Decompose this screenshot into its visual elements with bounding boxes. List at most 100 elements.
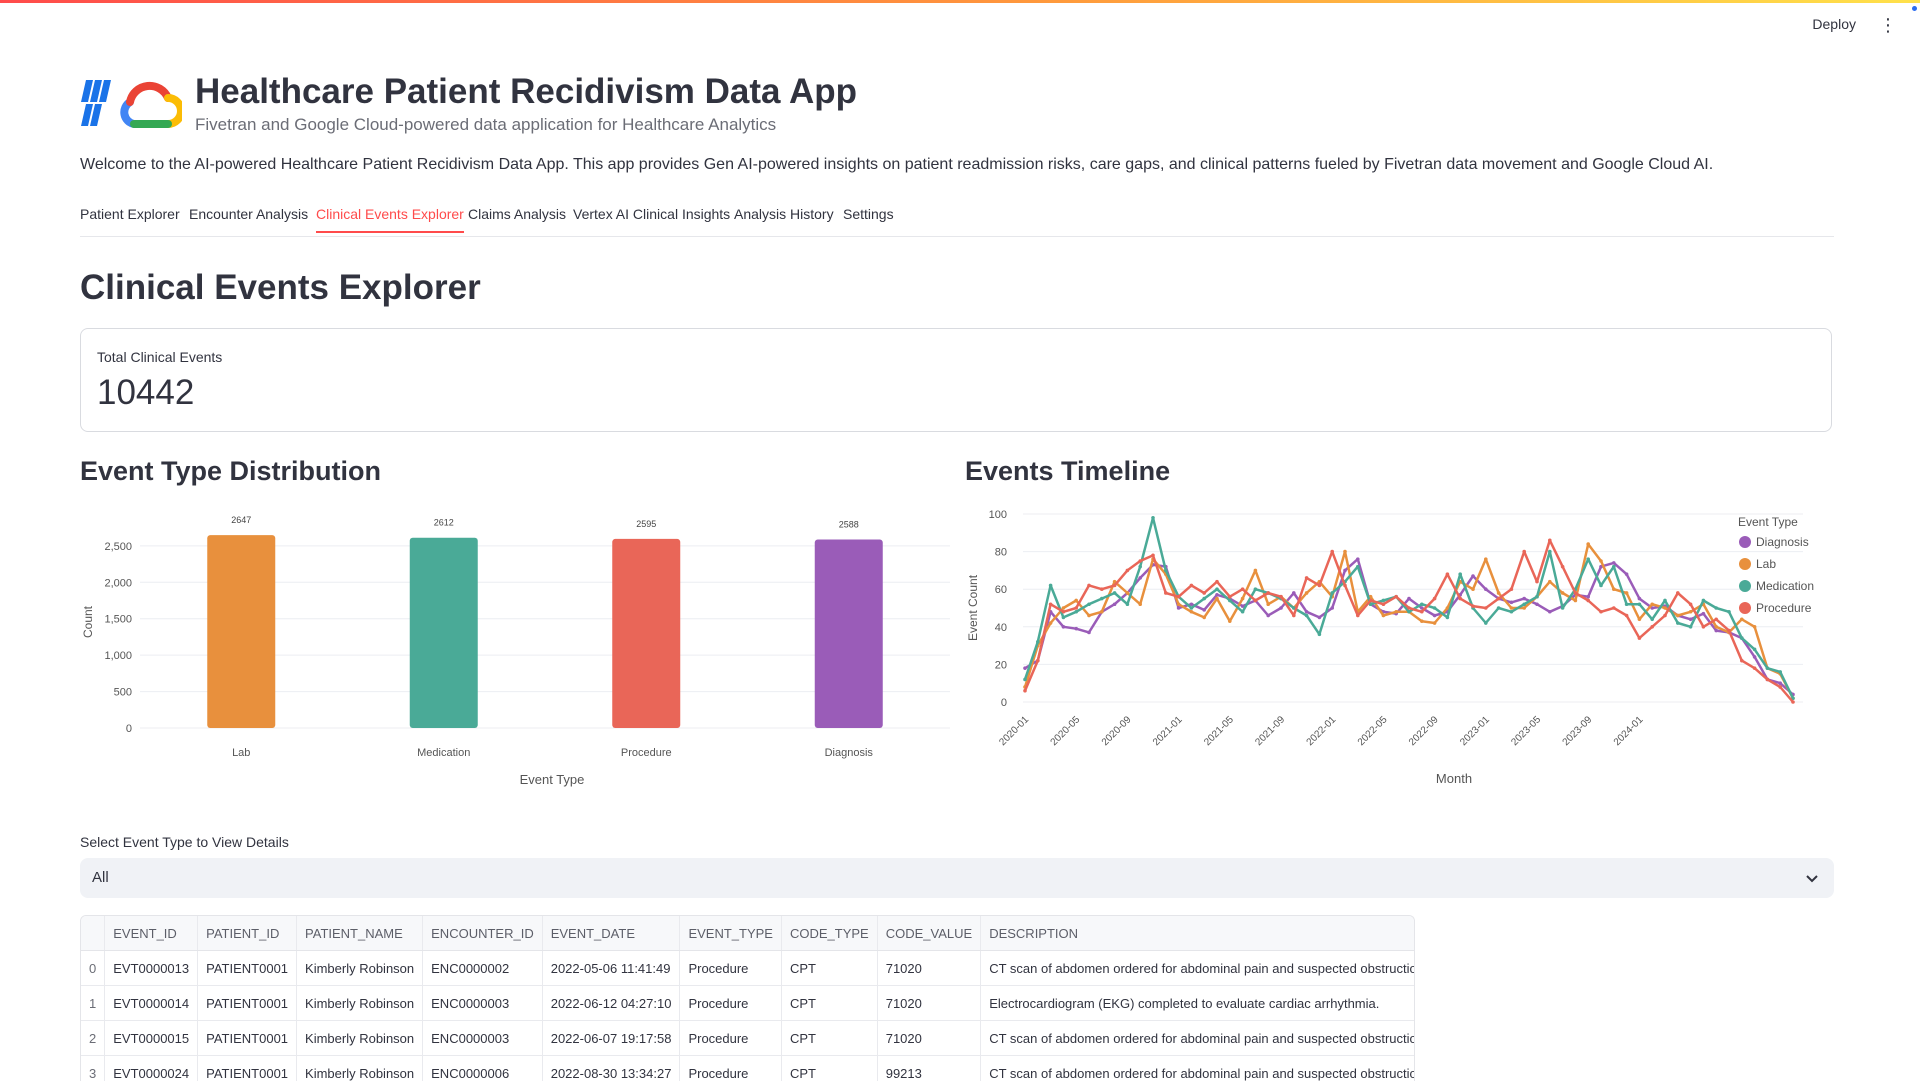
cell-code-type[interactable]: CPT bbox=[781, 1021, 877, 1056]
legend-label-lab[interactable]: Lab bbox=[1756, 557, 1776, 571]
cell-patient-id[interactable]: PATIENT0001 bbox=[198, 1056, 297, 1081]
events-table[interactable]: EVENT_ID PATIENT_ID PATIENT_NAME ENCOUNT… bbox=[80, 915, 1415, 1081]
cell-event-date[interactable]: 2022-06-07 19:17:58 bbox=[542, 1021, 680, 1056]
series-point bbox=[1753, 625, 1757, 629]
tab-encounter-analysis[interactable]: Encounter Analysis bbox=[189, 206, 308, 231]
table-row[interactable]: 3 EVT0000024 PATIENT0001 Kimberly Robins… bbox=[81, 1056, 1415, 1081]
cell-code-value[interactable]: 99213 bbox=[877, 1056, 980, 1081]
kebab-menu-icon[interactable]: ⋮ bbox=[1876, 13, 1900, 37]
series-point bbox=[1087, 602, 1091, 606]
cell-encounter-id[interactable]: ENC0000003 bbox=[423, 986, 543, 1021]
row-index: 1 bbox=[81, 986, 105, 1021]
line-x-tick-label: 2023-05 bbox=[1509, 714, 1543, 748]
tab-analysis-history[interactable]: Analysis History bbox=[734, 206, 834, 231]
row-index: 0 bbox=[81, 951, 105, 986]
series-point bbox=[1202, 616, 1206, 620]
legend-label-medication[interactable]: Medication bbox=[1756, 579, 1814, 593]
cell-code-type[interactable]: CPT bbox=[781, 986, 877, 1021]
cell-encounter-id[interactable]: ENC0000002 bbox=[423, 951, 543, 986]
cell-encounter-id[interactable]: ENC0000006 bbox=[423, 1056, 543, 1081]
series-point bbox=[1266, 591, 1270, 595]
column-header-encounter-id[interactable]: ENCOUNTER_ID bbox=[423, 916, 543, 951]
cell-patient-name[interactable]: Kimberly Robinson bbox=[297, 1021, 423, 1056]
tab-claims-analysis[interactable]: Claims Analysis bbox=[468, 206, 566, 231]
series-point bbox=[1574, 599, 1578, 603]
bar-procedure bbox=[612, 539, 680, 728]
tab-settings[interactable]: Settings bbox=[843, 206, 894, 231]
tab-clinical-events-explorer[interactable]: Clinical Events Explorer bbox=[316, 206, 464, 233]
cell-description[interactable]: CT scan of abdomen ordered for abdominal… bbox=[981, 1021, 1415, 1056]
cell-code-value[interactable]: 71020 bbox=[877, 951, 980, 986]
column-header-patient-name[interactable]: PATIENT_NAME bbox=[297, 916, 423, 951]
cell-code-value[interactable]: 71020 bbox=[877, 986, 980, 1021]
series-point bbox=[1778, 670, 1782, 674]
series-point bbox=[1228, 619, 1232, 623]
bar-data-label: 2612 bbox=[434, 518, 454, 528]
series-point bbox=[1151, 554, 1155, 558]
cell-event-date[interactable]: 2022-06-12 04:27:10 bbox=[542, 986, 680, 1021]
table-row[interactable]: 1 EVT0000014 PATIENT0001 Kimberly Robins… bbox=[81, 986, 1415, 1021]
column-header-patient-id[interactable]: PATIENT_ID bbox=[198, 916, 297, 951]
deploy-button[interactable]: Deploy bbox=[1812, 16, 1856, 32]
legend-label-procedure[interactable]: Procedure bbox=[1756, 601, 1812, 615]
cell-patient-name[interactable]: Kimberly Robinson bbox=[297, 1056, 423, 1081]
column-header-code-value[interactable]: CODE_VALUE bbox=[877, 916, 980, 951]
series-point bbox=[1676, 591, 1680, 595]
cell-event-type[interactable]: Procedure bbox=[680, 986, 782, 1021]
series-point bbox=[1458, 572, 1462, 576]
series-point bbox=[1113, 591, 1117, 595]
column-header-description[interactable]: DESCRIPTION bbox=[981, 916, 1415, 951]
series-point bbox=[1638, 636, 1642, 640]
line-x-tick-label: 2022-09 bbox=[1407, 714, 1441, 748]
legend-label-diagnosis[interactable]: Diagnosis bbox=[1756, 535, 1809, 549]
chevron-down-icon bbox=[1804, 870, 1820, 886]
cell-event-id[interactable]: EVT0000014 bbox=[105, 986, 198, 1021]
series-point bbox=[1650, 602, 1654, 606]
column-header-code-type[interactable]: CODE_TYPE bbox=[781, 916, 877, 951]
metric-card: Total Clinical Events 10442 bbox=[80, 328, 1832, 432]
series-point bbox=[1778, 681, 1782, 685]
column-header-event-type[interactable]: EVENT_TYPE bbox=[680, 916, 782, 951]
series-point bbox=[1126, 591, 1130, 595]
cell-patient-name[interactable]: Kimberly Robinson bbox=[297, 986, 423, 1021]
cell-event-id[interactable]: EVT0000013 bbox=[105, 951, 198, 986]
cell-patient-id[interactable]: PATIENT0001 bbox=[198, 986, 297, 1021]
series-point bbox=[1138, 559, 1142, 563]
series-point bbox=[1087, 614, 1091, 618]
cell-code-type[interactable]: CPT bbox=[781, 1056, 877, 1081]
series-point bbox=[1497, 591, 1501, 595]
cell-code-value[interactable]: 71020 bbox=[877, 1021, 980, 1056]
cell-event-type[interactable]: Procedure bbox=[680, 1056, 782, 1081]
cell-encounter-id[interactable]: ENC0000003 bbox=[423, 1021, 543, 1056]
cell-event-date[interactable]: 2022-08-30 13:34:27 bbox=[542, 1056, 680, 1081]
column-header-event-id[interactable]: EVENT_ID bbox=[105, 916, 198, 951]
cell-patient-id[interactable]: PATIENT0001 bbox=[198, 951, 297, 986]
series-point bbox=[1446, 616, 1450, 620]
cell-event-id[interactable]: EVT0000024 bbox=[105, 1056, 198, 1081]
cell-event-type[interactable]: Procedure bbox=[680, 1021, 782, 1056]
cell-patient-name[interactable]: Kimberly Robinson bbox=[297, 951, 423, 986]
table-row[interactable]: 2 EVT0000015 PATIENT0001 Kimberly Robins… bbox=[81, 1021, 1415, 1056]
cell-patient-id[interactable]: PATIENT0001 bbox=[198, 1021, 297, 1056]
series-point bbox=[1650, 617, 1654, 621]
cell-event-type[interactable]: Procedure bbox=[680, 951, 782, 986]
events-timeline-chart: 020406080100 2020-012020-052020-092021-0… bbox=[965, 500, 1834, 800]
series-point bbox=[1420, 610, 1424, 614]
cell-description[interactable]: CT scan of abdomen ordered for abdominal… bbox=[981, 951, 1415, 986]
bar-y-tick-label: 500 bbox=[114, 687, 132, 699]
cell-code-type[interactable]: CPT bbox=[781, 951, 877, 986]
row-index: 2 bbox=[81, 1021, 105, 1056]
table-row[interactable]: 0 EVT0000013 PATIENT0001 Kimberly Robins… bbox=[81, 951, 1415, 986]
cell-description[interactable]: CT scan of abdomen ordered for abdominal… bbox=[981, 1056, 1415, 1081]
series-point bbox=[1561, 606, 1565, 610]
cell-event-id[interactable]: EVT0000015 bbox=[105, 1021, 198, 1056]
event-type-select[interactable]: All bbox=[80, 858, 1834, 898]
cell-description[interactable]: Electrocardiogram (EKG) completed to eva… bbox=[981, 986, 1415, 1021]
tab-vertex-ai-clinical-insights[interactable]: Vertex AI Clinical Insights bbox=[573, 206, 730, 231]
tab-patient-explorer[interactable]: Patient Explorer bbox=[80, 206, 180, 231]
cell-event-date[interactable]: 2022-05-06 11:41:49 bbox=[542, 951, 680, 986]
series-point bbox=[1548, 580, 1552, 584]
column-header-event-date[interactable]: EVENT_DATE bbox=[542, 916, 680, 951]
series-point bbox=[1023, 689, 1027, 693]
series-point bbox=[1343, 550, 1347, 554]
